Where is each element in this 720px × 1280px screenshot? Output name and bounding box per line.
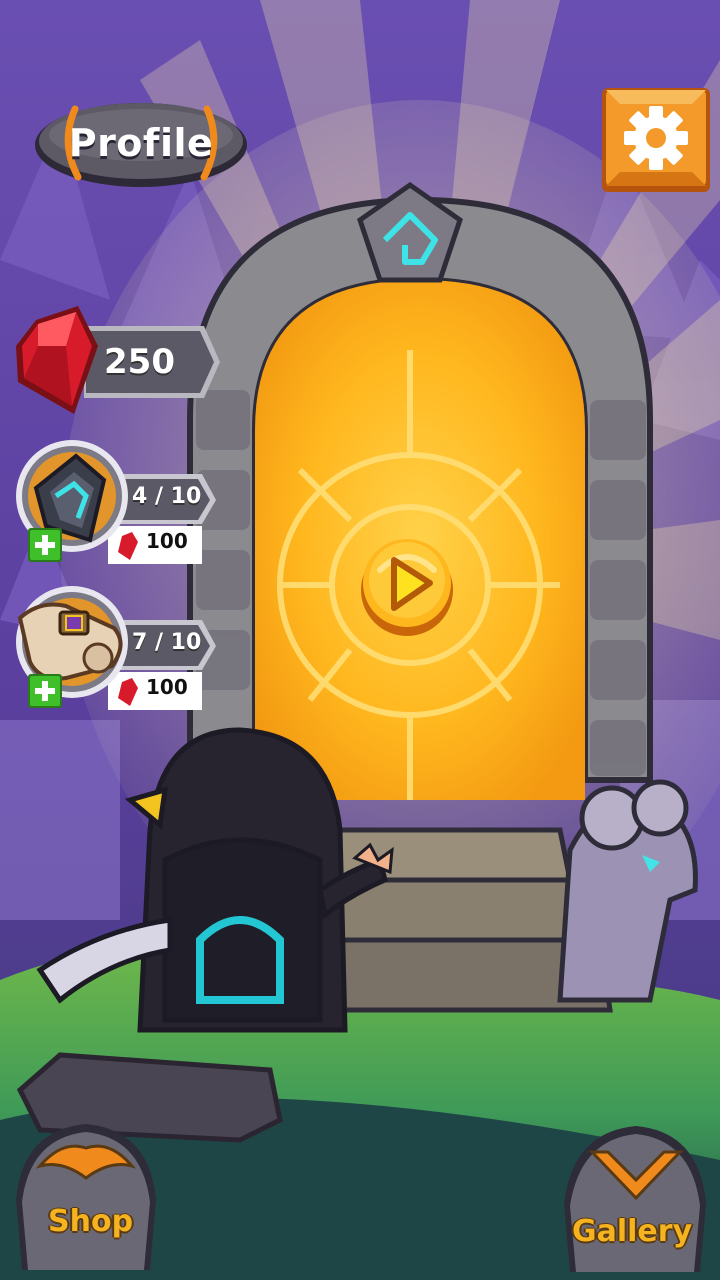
gallery-button[interactable]: Gallery bbox=[560, 1122, 710, 1272]
booster-scroll[interactable]: 7 / 10 100 bbox=[16, 582, 222, 712]
booster-scroll-price: 100 bbox=[146, 675, 188, 699]
gem-count: 250 bbox=[104, 342, 175, 382]
booster-scroll-count: 7 / 10 bbox=[132, 630, 202, 655]
plus-icon[interactable] bbox=[28, 528, 62, 562]
profile-label: Profile bbox=[68, 121, 214, 165]
gear-icon bbox=[624, 106, 688, 170]
gem-counter: 250 bbox=[14, 306, 224, 418]
plus-icon[interactable] bbox=[28, 674, 62, 708]
booster-crystal-price: 100 bbox=[146, 529, 188, 553]
settings-button[interactable] bbox=[600, 86, 712, 194]
gallery-label: Gallery bbox=[572, 1214, 693, 1249]
shop-button[interactable]: Shop bbox=[12, 1120, 160, 1270]
booster-crystal-count: 4 / 10 bbox=[132, 484, 202, 509]
profile-button[interactable]: Profile bbox=[30, 95, 252, 191]
shop-label: Shop bbox=[48, 1204, 134, 1239]
booster-crystal[interactable]: 4 / 10 100 bbox=[16, 436, 222, 566]
play-button[interactable] bbox=[360, 536, 454, 636]
